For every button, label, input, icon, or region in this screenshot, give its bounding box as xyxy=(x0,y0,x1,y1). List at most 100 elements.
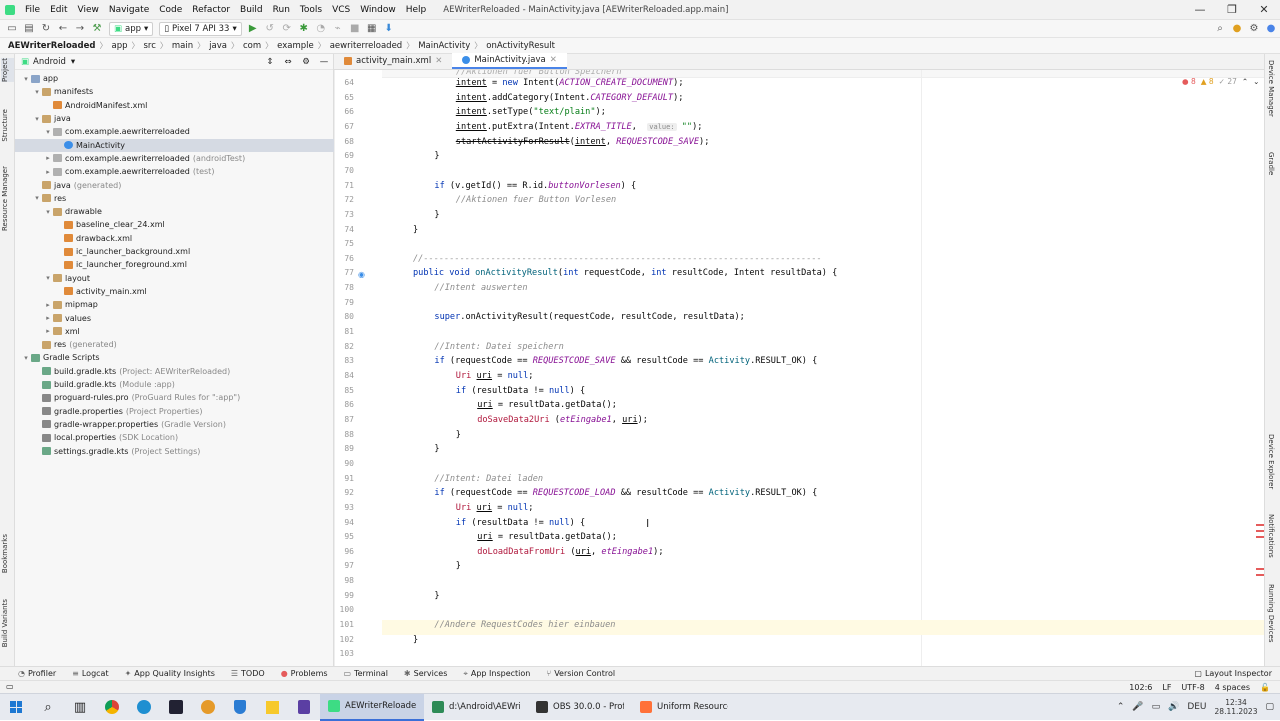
breadcrumb-item[interactable]: main xyxy=(170,41,195,51)
close-tab-icon[interactable]: ✕ xyxy=(435,56,442,66)
error-marker[interactable] xyxy=(1256,530,1264,532)
build-hammer-icon[interactable]: ⚒ xyxy=(89,21,105,37)
editor-tab[interactable]: MainActivity.java ✕ xyxy=(452,53,567,69)
tree-item[interactable]: build.gradle.kts (Module :app) xyxy=(15,378,334,391)
tool-structure[interactable]: Structure xyxy=(1,109,14,142)
tree-item[interactable]: ▾ drawable xyxy=(15,205,334,218)
code-line[interactable]: intent.putExtra(Intent.EXTRA_TITLE, valu… xyxy=(456,122,703,132)
code-line[interactable]: //Aktionen fuer Button Vorlesen xyxy=(456,195,616,205)
minimize-icon[interactable]: — xyxy=(1184,0,1216,20)
tool-version-control[interactable]: ⑂ Version Control xyxy=(546,669,615,679)
code-line[interactable]: uri = resultData.getData(); xyxy=(477,532,617,542)
menu-refactor[interactable]: Refactor xyxy=(187,0,235,20)
open-folder-icon[interactable]: ▭ xyxy=(4,21,20,37)
code-line[interactable]: //Intent auswerten xyxy=(434,283,527,293)
chrome-icon[interactable] xyxy=(96,694,128,721)
expand-toggle-icon[interactable]: ▾ xyxy=(21,75,31,83)
menu-code[interactable]: Code xyxy=(154,0,187,20)
tree-item[interactable]: java (generated) xyxy=(15,178,334,191)
code-line[interactable]: } xyxy=(456,430,461,440)
debug-icon[interactable]: ✱ xyxy=(296,21,312,37)
tool-terminal[interactable]: ▭ Terminal xyxy=(344,669,388,679)
breadcrumb-item[interactable]: aewriterreloaded xyxy=(328,41,404,51)
keyboard-language[interactable]: DEU xyxy=(1187,702,1206,712)
breadcrumb-item[interactable]: java xyxy=(207,41,229,51)
taskbar-app[interactable]: d:\Android\AEWrit... xyxy=(424,694,528,721)
settings-gear-icon[interactable]: ⚙ xyxy=(1246,21,1262,37)
code-line[interactable]: } xyxy=(434,151,439,161)
menu-help[interactable]: Help xyxy=(401,0,432,20)
tree-item[interactable]: ▾ app xyxy=(15,72,334,85)
tree-item[interactable]: ▸ com.example.aewriterreloaded (test) xyxy=(15,165,334,178)
code-line[interactable]: //--------------------------------------… xyxy=(413,254,822,264)
windows-start-icon[interactable] xyxy=(0,694,32,721)
override-method-icon[interactable]: ◉ xyxy=(358,270,365,279)
code-line[interactable]: //Intent: Datei speichern xyxy=(434,342,563,352)
error-marker[interactable] xyxy=(1256,536,1264,538)
code-line[interactable]: super.onActivityResult(requestCode, resu… xyxy=(434,312,744,322)
indent-setting[interactable]: 4 spaces xyxy=(1215,683,1250,692)
save-all-icon[interactable]: ▤ xyxy=(21,21,37,37)
tree-item[interactable]: proguard-rules.pro (ProGuard Rules for ":… xyxy=(15,391,334,404)
code-line[interactable]: Uri uri = null; xyxy=(456,371,534,381)
search-icon[interactable]: ⌕ xyxy=(1212,21,1228,37)
error-marker[interactable] xyxy=(1256,568,1264,570)
tree-item[interactable]: baseline_clear_24.xml xyxy=(15,218,334,231)
tool-profiler[interactable]: ◔ Profiler xyxy=(18,669,56,679)
code-line[interactable]: public void onActivityResult(int request… xyxy=(413,268,837,278)
tool-app-quality-insights[interactable]: ✦ App Quality Insights xyxy=(125,669,215,679)
code-line[interactable]: uri = resultData.getData(); xyxy=(477,400,617,410)
expand-toggle-icon[interactable]: ▾ xyxy=(43,274,53,282)
taskbar-app[interactable]: AEWriterReloaded ... xyxy=(320,693,424,721)
expand-all-icon[interactable]: ⇕ xyxy=(261,57,279,67)
tool-gradle[interactable]: Gradle xyxy=(1267,152,1275,175)
code-line[interactable]: intent = new Intent(ACTION_CREATE_DOCUME… xyxy=(456,78,684,88)
taskbar-app[interactable]: Uniform Resource I... xyxy=(632,694,736,721)
update-icon[interactable]: ● xyxy=(1229,21,1245,37)
tree-item[interactable]: ic_launcher_foreground.xml xyxy=(15,258,334,271)
tool-device-explorer[interactable]: Device Explorer xyxy=(1267,434,1275,489)
tree-item[interactable]: build.gradle.kts (Project: AEWriterReload… xyxy=(15,365,334,378)
tree-item[interactable]: ▸ values xyxy=(15,311,334,324)
breadcrumb-item[interactable]: example xyxy=(275,41,316,51)
expand-toggle-icon[interactable]: ▸ xyxy=(43,168,53,176)
edge-icon[interactable] xyxy=(128,694,160,721)
caret-position[interactable]: 102:6 xyxy=(1129,683,1152,692)
sync-icon[interactable]: ↻ xyxy=(38,21,54,37)
tree-item[interactable]: ▾ Gradle Scripts xyxy=(15,351,334,364)
panel-toggle-icon[interactable]: ▭ xyxy=(6,682,14,691)
apply-changes-icon[interactable]: ⟳ xyxy=(279,21,295,37)
tree-item[interactable]: settings.gradle.kts (Project Settings) xyxy=(15,444,334,457)
tool-build-variants[interactable]: Build Variants xyxy=(1,599,14,647)
code-line[interactable]: doLoadDataFromUri (uri, etEingabe1); xyxy=(477,547,663,557)
menu-build[interactable]: Build xyxy=(235,0,268,20)
line-separator[interactable]: LF xyxy=(1162,683,1171,692)
file-encoding[interactable]: UTF-8 xyxy=(1181,683,1204,692)
device-select[interactable]: ▯ Pixel 7 API 33 ▾ xyxy=(159,21,242,36)
profile-icon[interactable]: ◔ xyxy=(313,21,329,37)
tree-item[interactable]: ▾ manifests xyxy=(15,85,334,98)
notification-center-icon[interactable]: ▢ xyxy=(1265,702,1274,712)
chevron-down-icon[interactable]: ⌄ xyxy=(1253,77,1259,86)
tool-device-manager[interactable]: Device Manager xyxy=(1267,60,1275,117)
stop-icon[interactable]: ■ xyxy=(347,21,363,37)
device-manager-icon[interactable]: ▦ xyxy=(364,21,380,37)
tree-item[interactable]: MainActivity xyxy=(15,138,334,152)
code-line[interactable]: startActivityForResult(intent, REQUESTCO… xyxy=(456,137,710,147)
code-line[interactable]: if (requestCode == REQUESTCODE_LOAD && r… xyxy=(434,488,817,498)
tool-todo[interactable]: ☰ TODO xyxy=(231,669,265,679)
code-line[interactable]: } xyxy=(413,635,418,645)
code-line[interactable]: if (resultData != null) { xyxy=(456,386,585,396)
menu-navigate[interactable]: Navigate xyxy=(104,0,154,20)
error-marker[interactable] xyxy=(1256,524,1264,526)
gear-icon[interactable]: ⚙ xyxy=(297,57,315,67)
code-line[interactable]: if (resultData != null) { xyxy=(456,518,585,528)
menu-file[interactable]: File xyxy=(20,0,45,20)
tree-item[interactable]: ▾ res xyxy=(15,192,334,205)
code-line[interactable]: intent.addCategory(Intent.CATEGORY_DEFAU… xyxy=(456,93,684,103)
expand-toggle-icon[interactable]: ▸ xyxy=(43,154,53,162)
code-line[interactable]: } xyxy=(434,210,439,220)
code-line[interactable]: if (requestCode == REQUESTCODE_SAVE && r… xyxy=(434,356,817,366)
expand-toggle-icon[interactable]: ▾ xyxy=(32,115,42,123)
breadcrumb-item[interactable]: onActivityResult xyxy=(484,41,557,51)
